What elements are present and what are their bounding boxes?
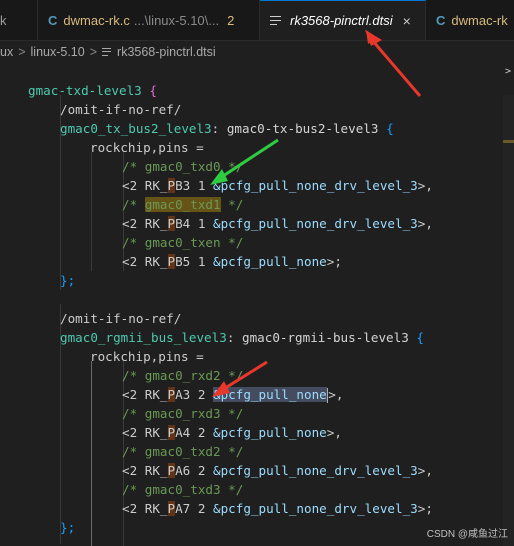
annotation-layer [210,30,422,397]
red-arrow-code [212,360,268,397]
watermark: CSDN @咸鱼过江 [426,529,508,540]
red-arrow-tab [365,30,422,97]
green-arrow [210,138,279,185]
